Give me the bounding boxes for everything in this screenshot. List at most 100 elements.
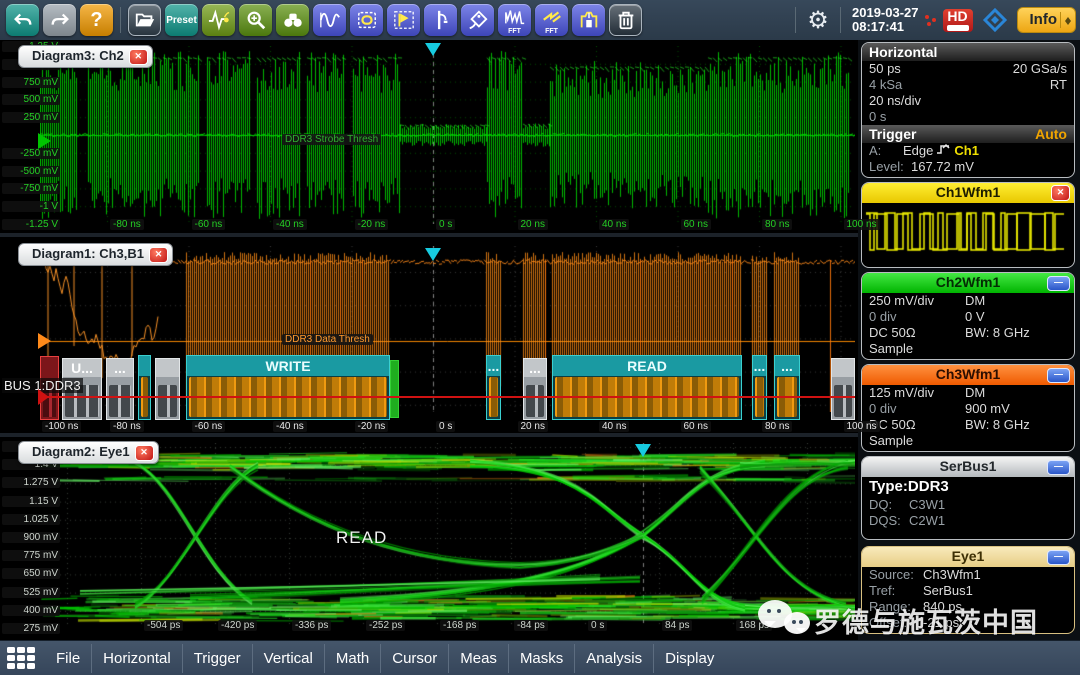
bus-segment-[interactable]: ... — [106, 358, 134, 420]
serbus-card-header[interactable]: SerBus1 — — [862, 457, 1074, 477]
axis-label: 40 ns — [599, 421, 629, 432]
close-icon[interactable]: ✕ — [135, 445, 154, 461]
toolbar-vertical-scale-button[interactable] — [313, 4, 346, 36]
axis-label: -20 ns — [355, 421, 389, 432]
trigger-header[interactable]: TriggerAuto — [862, 125, 1074, 143]
toolbar-trigger-actions-button[interactable] — [387, 4, 420, 36]
toolbar-search-button[interactable] — [276, 4, 309, 36]
ch3-scale: 125 mV/div — [869, 385, 965, 401]
menu-item-horizontal[interactable]: Horizontal — [91, 644, 182, 673]
signal-bar: Horizontal 50 ps20 GSa/s 4 kSaRT 20 ns/d… — [858, 40, 1080, 640]
axis-label: 20 ns — [518, 421, 548, 432]
toolbar-zone-trigger-button[interactable] — [350, 4, 383, 36]
eye-card-header[interactable]: Eye1 — — [862, 547, 1074, 567]
tab-diagram1[interactable]: Diagram1: Ch3,B1 ✕ — [18, 243, 173, 266]
tab-diagram3[interactable]: Diagram3: Ch2 ✕ — [18, 45, 153, 68]
bus-segment-[interactable]: ... — [523, 358, 547, 420]
ch3-card-header[interactable]: Ch3Wfm1 — — [862, 365, 1074, 385]
menu-item-masks[interactable]: Masks — [508, 644, 574, 673]
bus-segment-write[interactable]: WRITE — [186, 355, 390, 420]
settings-gear-button[interactable]: ⚙ — [801, 4, 835, 36]
menu-item-trigger[interactable]: Trigger — [182, 644, 252, 673]
close-icon[interactable]: ✕ — [129, 49, 148, 65]
bus-segment[interactable] — [831, 358, 855, 420]
data-thresh-label: DDR3 Data Thresh — [282, 334, 373, 345]
serbus-card[interactable]: SerBus1 — Type:DDR3 DQ:C3W1 DQS:C2W1 — [861, 456, 1075, 540]
menu-item-analysis[interactable]: Analysis — [574, 644, 653, 673]
trigger-position-marker[interactable] — [425, 43, 441, 64]
tab-diagram2[interactable]: Diagram2: Eye1 ✕ — [18, 441, 159, 464]
ch3-bandwidth: BW: 8 GHz — [965, 417, 1030, 433]
diagram3-waveform-canvas — [40, 46, 855, 224]
menu-item-display[interactable]: Display — [653, 644, 725, 673]
ch2-signal-card[interactable]: Ch2Wfm1 — 250 mV/divDM 0 div0 V DC 50ΩBW… — [861, 272, 1075, 360]
bus-segment-[interactable]: ... — [486, 355, 501, 420]
bus-segment[interactable] — [138, 355, 151, 420]
bus-segment[interactable] — [155, 358, 180, 420]
toolbar-divider — [795, 7, 796, 33]
toolbar-fft-analysis-button[interactable]: FFT — [535, 4, 568, 36]
toolbar-zoom-button[interactable] — [239, 4, 272, 36]
ch2-scale: 250 mV/div — [869, 293, 965, 309]
close-icon[interactable]: ✕ — [1051, 185, 1070, 201]
toolbar-histogram-button[interactable] — [572, 4, 605, 36]
bus-segment-read[interactable]: READ — [552, 355, 742, 420]
toolbar-help-button[interactable]: ? — [80, 4, 113, 36]
toolbar-divider — [120, 7, 121, 33]
ch3-acquisition: Sample — [869, 433, 913, 449]
axis-label: -252 ps — [366, 620, 405, 631]
resolution-value: 50 ps — [869, 61, 901, 77]
toolbar-undo-button[interactable] — [6, 4, 39, 36]
menu-item-cursor[interactable]: Cursor — [380, 644, 448, 673]
apps-menu-button[interactable] — [7, 647, 37, 671]
axis-label: 0 s — [436, 421, 455, 432]
toolbar-autoset-button[interactable] — [202, 4, 235, 36]
minimize-icon[interactable]: — — [1047, 550, 1070, 565]
trigger-level-label: Level: — [869, 159, 911, 175]
diagram-splitter[interactable] — [0, 233, 858, 237]
axis-label: 525 mV — [2, 587, 60, 598]
diagram-splitter[interactable] — [0, 433, 858, 437]
autoset-icon — [208, 9, 230, 31]
horizontal-header[interactable]: Horizontal — [862, 43, 1074, 61]
toolbar-measurement-button[interactable] — [424, 4, 457, 36]
ch1-card-header[interactable]: Ch1Wfm1 ✕ — [862, 183, 1074, 203]
toolbar-annotation-button[interactable] — [461, 4, 494, 36]
menu-item-math[interactable]: Math — [324, 644, 380, 673]
horizontal-trigger-card[interactable]: Horizontal 50 ps20 GSa/s 4 kSaRT 20 ns/d… — [861, 42, 1075, 178]
bus-segment[interactable] — [390, 360, 399, 418]
ch3-coupling: DC 50Ω — [869, 417, 965, 433]
histogram-icon — [578, 9, 600, 31]
toolbar-redo-button[interactable] — [43, 4, 76, 36]
info-scroll-arrows[interactable] — [1060, 12, 1072, 28]
axis-label: -40 ns — [273, 219, 307, 230]
toolbar-preset-button[interactable]: Preset — [165, 4, 198, 36]
bus-segment-[interactable]: ... — [752, 355, 767, 420]
minimize-icon[interactable]: — — [1047, 460, 1070, 475]
toolbar-delete-button[interactable] — [609, 4, 642, 36]
bus-level-marker[interactable] — [38, 389, 57, 405]
axis-label: -1.25 V — [2, 219, 60, 230]
axis-label: 900 mV — [2, 532, 60, 543]
eye-reference-marker[interactable] — [635, 444, 651, 465]
delete-icon — [615, 9, 637, 31]
toolbar-spectrum-button[interactable]: FFT — [498, 4, 531, 36]
close-icon[interactable]: ✕ — [149, 247, 168, 263]
ch2-card-header[interactable]: Ch2Wfm1 — — [862, 273, 1074, 293]
toolbar-icons: ? Preset FFTFFT — [4, 4, 644, 36]
minimize-icon[interactable]: — — [1047, 368, 1070, 383]
info-button[interactable]: Info — [1017, 7, 1077, 33]
axis-label: -504 ps — [144, 620, 183, 631]
menu-item-file[interactable]: File — [45, 644, 91, 673]
ch2-bandwidth: BW: 8 GHz — [965, 325, 1030, 341]
menu-item-meas[interactable]: Meas — [448, 644, 508, 673]
bus-segment-[interactable]: ... — [774, 355, 800, 420]
ch2-offset-marker[interactable] — [38, 133, 59, 149]
trigger-position-marker[interactable] — [425, 248, 441, 269]
menu-item-vertical[interactable]: Vertical — [252, 644, 324, 673]
minimize-icon[interactable]: — — [1047, 276, 1070, 291]
toolbar-open-file-button[interactable] — [128, 4, 161, 36]
ch3-thresh-marker[interactable] — [38, 333, 59, 349]
ch1-signal-card[interactable]: Ch1Wfm1 ✕ — [861, 182, 1075, 268]
ch3-signal-card[interactable]: Ch3Wfm1 — 125 mV/divDM 0 div900 mV DC 50… — [861, 364, 1075, 452]
